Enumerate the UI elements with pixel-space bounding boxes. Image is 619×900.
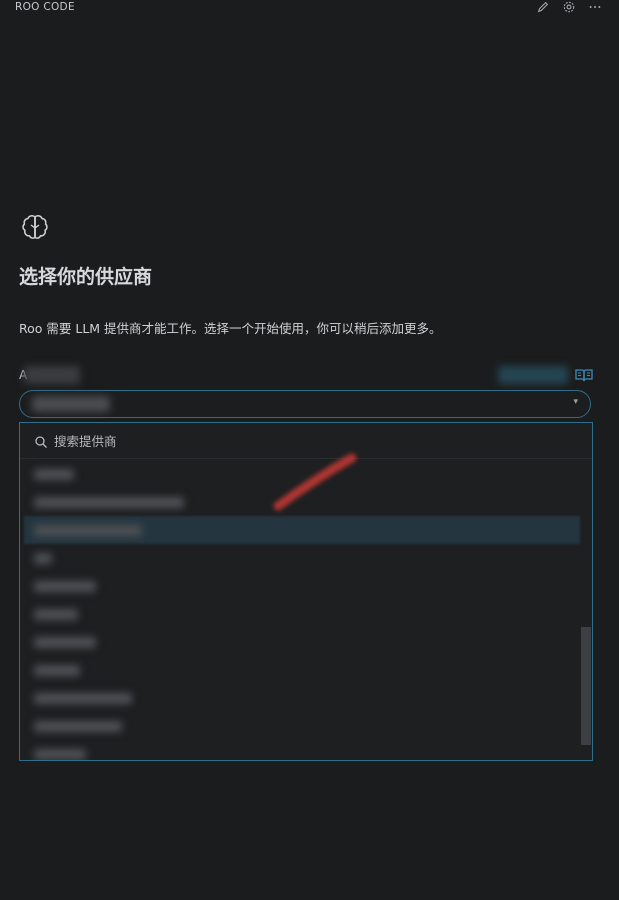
provider-select[interactable]: ▾ [19, 390, 591, 418]
chevron-down-icon: ▾ [573, 397, 578, 407]
list-item[interactable] [24, 656, 580, 684]
title-bar: ROO CODE [0, 0, 619, 16]
list-item[interactable] [24, 628, 580, 656]
list-item[interactable] [24, 600, 580, 628]
more-icon[interactable] [587, 0, 603, 14]
provider-dropdown [19, 422, 593, 761]
gear-icon[interactable] [561, 0, 577, 14]
list-item[interactable] [24, 544, 580, 572]
search-icon [34, 434, 48, 448]
redacted-label [24, 366, 80, 384]
provider-search-input[interactable] [54, 430, 574, 452]
list-item[interactable] [24, 740, 580, 760]
page-title: 选择你的供应商 [19, 266, 153, 288]
list-item[interactable] [24, 488, 580, 516]
pencil-icon[interactable] [535, 0, 551, 14]
selected-provider [32, 396, 110, 412]
list-item[interactable] [24, 684, 580, 712]
list-item[interactable] [24, 572, 580, 600]
documentation-icon[interactable] [575, 367, 593, 383]
search-row [20, 423, 592, 459]
provider-list [24, 460, 580, 760]
toolbar-icons [535, 0, 603, 14]
redacted-link[interactable] [498, 366, 568, 384]
app-title: ROO CODE [15, 1, 75, 13]
page-description: Roo 需要 LLM 提供商才能工作。选择一个开始使用，你可以稍后添加更多。 [19, 321, 442, 336]
brain-icon [20, 213, 50, 243]
list-item[interactable] [24, 712, 580, 740]
list-item-selected[interactable] [24, 516, 580, 544]
list-item[interactable] [24, 460, 580, 488]
scrollbar-thumb[interactable] [581, 627, 591, 745]
